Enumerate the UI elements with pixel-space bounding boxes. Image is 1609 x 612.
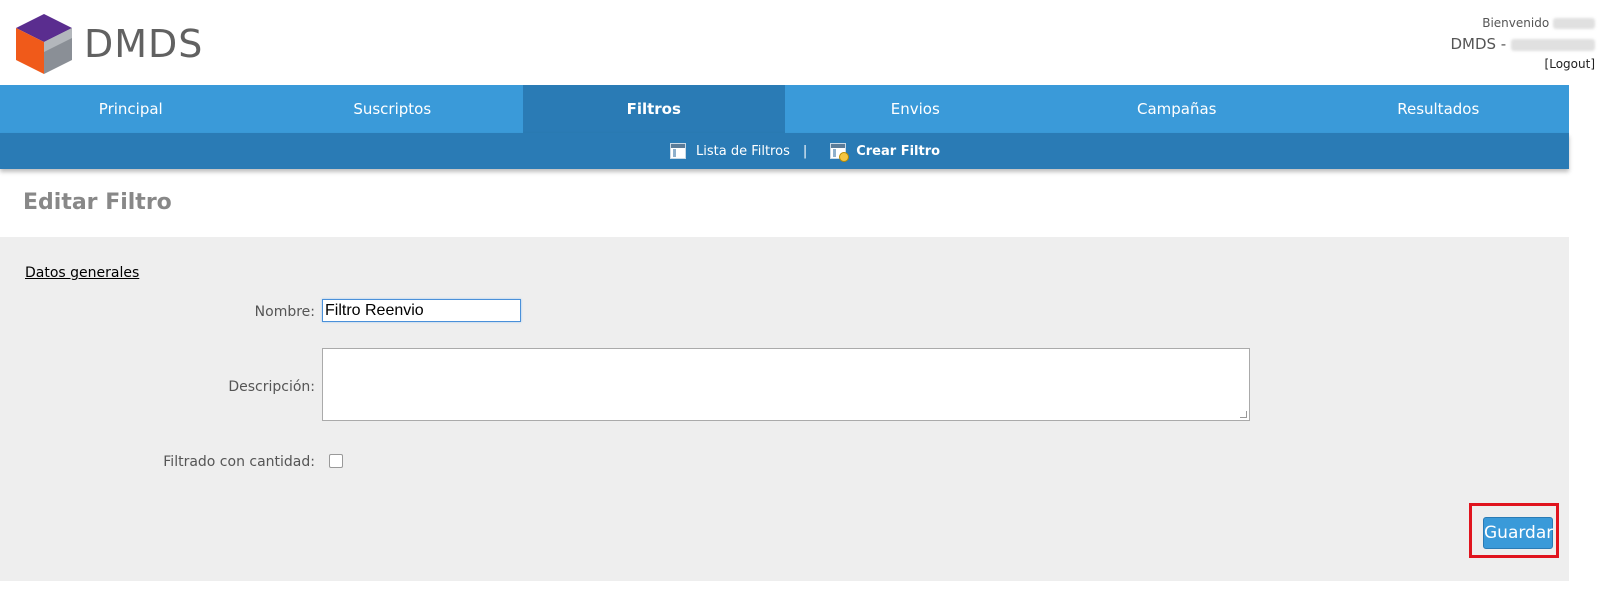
save-button[interactable]: Guardar — [1483, 517, 1553, 549]
quantity-filter-checkbox[interactable] — [329, 454, 343, 468]
nav-item-suscriptos[interactable]: Suscriptos — [262, 85, 524, 133]
list-icon — [670, 143, 686, 159]
quantity-filter-label: Filtrado con cantidad: — [163, 454, 315, 470]
nav-item-filtros[interactable]: Filtros — [523, 85, 785, 133]
nav-item-resultados[interactable]: Resultados — [1308, 85, 1570, 133]
description-textarea[interactable] — [322, 348, 1250, 421]
create-filter-icon — [830, 143, 850, 162]
subnav-separator: | — [802, 143, 808, 159]
username-blurred — [1553, 18, 1595, 29]
cube-logo-icon — [16, 14, 72, 74]
resize-handle-icon[interactable] — [1240, 411, 1247, 418]
name-label: Nombre: — [254, 304, 315, 320]
welcome-label: Bienvenido — [1482, 16, 1550, 30]
nav-item-principal[interactable]: Principal — [0, 85, 262, 133]
app-label: DMDS - — [1450, 35, 1507, 53]
name-input[interactable]: Filtro Reenvio — [322, 299, 521, 322]
nav-item-campanas[interactable]: Campañas — [1046, 85, 1308, 133]
description-label: Descripción: — [228, 379, 315, 395]
user-info: Bienvenido DMDS - [Logout] — [1450, 16, 1595, 71]
logo-text: DMDS — [84, 22, 204, 66]
form-panel: Datos generales Nombre: Filtro Reenvio D… — [0, 237, 1569, 581]
section-title: Datos generales — [25, 265, 140, 281]
header: DMDS Bienvenido DMDS - [Logout] — [0, 0, 1609, 85]
subnav-create-filter[interactable]: Crear Filtro — [856, 144, 940, 159]
version-blurred — [1511, 38, 1595, 51]
subnav-list-filters[interactable]: Lista de Filtros — [696, 144, 790, 159]
logout-link[interactable]: [Logout] — [1545, 57, 1595, 71]
nav-item-envios[interactable]: Envios — [785, 85, 1047, 133]
save-button-highlight: Guardar — [1469, 503, 1559, 558]
main-nav: Principal Suscriptos Filtros Envios Camp… — [0, 85, 1569, 133]
sub-nav: Lista de Filtros | Crear Filtro — [0, 133, 1569, 169]
page-title: Editar Filtro — [23, 190, 172, 215]
